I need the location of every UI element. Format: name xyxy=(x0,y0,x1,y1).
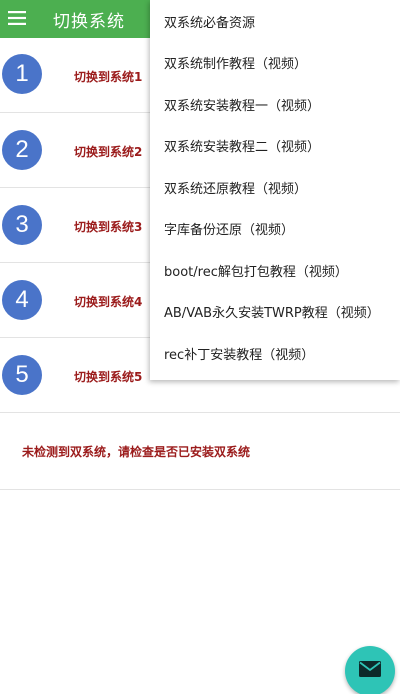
menu-item-install-tutorial-2[interactable]: 双系统安装教程二（视频） xyxy=(164,136,320,155)
menu-item-resources[interactable]: 双系统必备资源 xyxy=(164,12,255,31)
system-switch-label: 切换到系统5 xyxy=(74,370,143,384)
system-switch-label: 切换到系统2 xyxy=(74,145,143,159)
system-number-badge: 2 xyxy=(2,130,42,170)
menu-item-install-tutorial-1[interactable]: 双系统安装教程一（视频） xyxy=(164,95,320,114)
system-switch-label: 切换到系统3 xyxy=(74,220,143,234)
status-message: 未检测到双系统，请检查是否已安装双系统 xyxy=(22,445,251,459)
menu-item-boot-rec-unpack[interactable]: boot/rec解包打包教程（视频） xyxy=(164,261,348,280)
envelope-icon xyxy=(359,661,381,681)
app-screen: 切换系统 1 切换到系统1 2 切换到系统2 3 切换到系统3 4 切换到系统4… xyxy=(0,0,400,694)
system-switch-label: 切换到系统4 xyxy=(74,295,143,309)
menu-item-rec-patch[interactable]: rec补丁安装教程（视频） xyxy=(164,344,314,363)
divider xyxy=(0,489,400,490)
system-number-badge: 5 xyxy=(2,355,42,395)
system-number-badge: 4 xyxy=(2,280,42,320)
dropdown-menu: 双系统必备资源 双系统制作教程（视频） 双系统安装教程一（视频） 双系统安装教程… xyxy=(150,0,400,380)
system-number-badge: 3 xyxy=(2,205,42,245)
menu-button[interactable] xyxy=(1,0,33,38)
mail-fab-button[interactable] xyxy=(345,646,395,694)
hamburger-menu-icon xyxy=(8,10,26,29)
menu-item-twrp-install[interactable]: AB/VAB永久安装TWRP教程（视频） xyxy=(164,302,380,321)
system-number-badge: 1 xyxy=(2,54,42,94)
menu-item-restore-tutorial[interactable]: 双系统还原教程（视频） xyxy=(164,178,307,197)
system-switch-label: 切换到系统1 xyxy=(74,70,143,84)
page-title: 切换系统 xyxy=(53,11,125,32)
menu-item-font-backup[interactable]: 字库备份还原（视频） xyxy=(164,219,294,238)
menu-item-make-tutorial[interactable]: 双系统制作教程（视频） xyxy=(164,53,307,72)
